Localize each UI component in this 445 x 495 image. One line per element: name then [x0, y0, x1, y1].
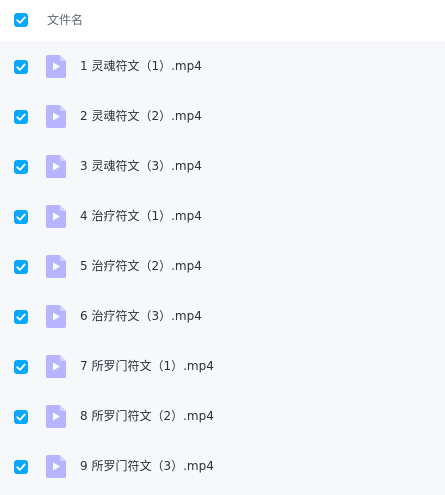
checkmark-icon: [16, 16, 26, 24]
file-name[interactable]: 1 灵魂符文（1）.mp4: [80, 58, 202, 75]
row-checkbox[interactable]: [14, 210, 28, 224]
file-name[interactable]: 8 所罗门符文（2）.mp4: [80, 408, 214, 425]
file-row[interactable]: 6 治疗符文（3）.mp4: [0, 292, 445, 342]
column-header-filename[interactable]: 文件名: [47, 12, 83, 29]
file-row[interactable]: 8 所罗门符文（2）.mp4: [0, 392, 445, 442]
file-name[interactable]: 9 所罗门符文（3）.mp4: [80, 458, 214, 475]
video-file-icon: [46, 155, 66, 178]
file-name[interactable]: 6 治疗符文（3）.mp4: [80, 308, 202, 325]
video-file-icon: [46, 105, 66, 128]
video-file-icon: [46, 405, 66, 428]
video-file-icon: [46, 55, 66, 78]
video-file-icon: [46, 305, 66, 328]
file-row[interactable]: 1 灵魂符文（1）.mp4: [0, 42, 445, 92]
file-name[interactable]: 5 治疗符文（2）.mp4: [80, 258, 202, 275]
file-name[interactable]: 7 所罗门符文（1）.mp4: [80, 358, 214, 375]
file-name[interactable]: 2 灵魂符文（2）.mp4: [80, 108, 202, 125]
video-file-icon: [46, 205, 66, 228]
checkmark-icon: [16, 113, 26, 121]
video-file-icon: [46, 455, 66, 478]
checkmark-icon: [16, 413, 26, 421]
checkmark-icon: [16, 313, 26, 321]
row-checkbox[interactable]: [14, 460, 28, 474]
file-row[interactable]: 5 治疗符文（2）.mp4: [0, 242, 445, 292]
file-list: 文件名 1 灵魂符文（1）.mp4 2 灵魂符文（2）.mp4 3 灵魂符文（3）.…: [0, 0, 445, 495]
video-file-icon: [46, 355, 66, 378]
video-file-icon: [46, 255, 66, 278]
file-name[interactable]: 3 灵魂符文（3）.mp4: [80, 158, 202, 175]
row-checkbox[interactable]: [14, 310, 28, 324]
file-row[interactable]: 7 所罗门符文（1）.mp4: [0, 342, 445, 392]
file-row[interactable]: 4 治疗符文（1）.mp4: [0, 192, 445, 242]
file-row[interactable]: 3 灵魂符文（3）.mp4: [0, 142, 445, 192]
select-all-checkbox[interactable]: [14, 13, 28, 27]
checkmark-icon: [16, 163, 26, 171]
file-name[interactable]: 4 治疗符文（1）.mp4: [80, 208, 202, 225]
checkmark-icon: [16, 463, 26, 471]
row-checkbox[interactable]: [14, 110, 28, 124]
row-checkbox[interactable]: [14, 360, 28, 374]
checkmark-icon: [16, 263, 26, 271]
row-checkbox[interactable]: [14, 60, 28, 74]
checkmark-icon: [16, 363, 26, 371]
file-row[interactable]: 2 灵魂符文（2）.mp4: [0, 92, 445, 142]
row-checkbox[interactable]: [14, 410, 28, 424]
row-checkbox[interactable]: [14, 160, 28, 174]
checkmark-icon: [16, 213, 26, 221]
file-list-header: 文件名: [0, 0, 445, 43]
checkmark-icon: [16, 63, 26, 71]
file-row[interactable]: 9 所罗门符文（3）.mp4: [0, 442, 445, 492]
row-checkbox[interactable]: [14, 260, 28, 274]
